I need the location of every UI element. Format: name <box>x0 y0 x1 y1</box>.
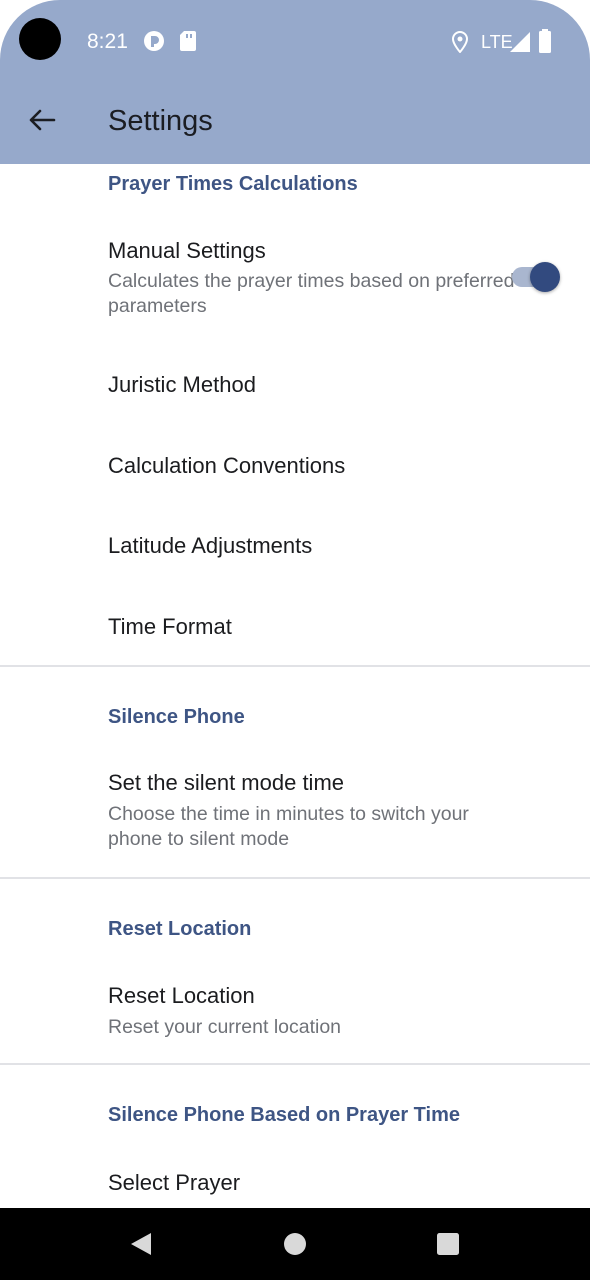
manual-settings-title: Manual Settings <box>108 238 266 263</box>
latitude-adjustments-item[interactable]: Latitude Adjustments <box>0 505 590 585</box>
juristic-method-title: Juristic Method <box>108 372 256 397</box>
section-title-silence-by-prayer: Silence Phone Based on Prayer Time <box>108 1104 460 1126</box>
battery-icon <box>538 29 552 58</box>
juristic-method-item[interactable]: Juristic Method <box>0 344 590 424</box>
switch-thumb <box>530 262 560 292</box>
select-prayer-title: Select Prayer <box>108 1170 241 1195</box>
location-icon <box>451 30 469 58</box>
back-button[interactable] <box>20 100 64 144</box>
reset-location-title: Reset Location <box>108 983 255 1008</box>
reset-location-item[interactable]: Reset Location Reset your current locati… <box>0 967 590 1052</box>
network-type: LTE <box>481 32 513 52</box>
recents-square-icon[interactable] <box>430 1226 466 1262</box>
reset-location-subtitle: Reset your current location <box>108 1016 342 1038</box>
manual-settings-subtitle: Calculates the prayer times based on pre… <box>108 270 515 317</box>
system-navigation-bar <box>0 1208 590 1280</box>
select-prayer-item[interactable]: Select Prayer <box>0 1154 590 1208</box>
settings-list[interactable]: Prayer Times Calculations Manual Setting… <box>0 164 590 1208</box>
manual-settings-switch[interactable] <box>512 262 562 294</box>
divider <box>0 665 590 667</box>
top-app-bar: 8:21 LTE Settings <box>0 0 590 164</box>
signal-icon <box>510 32 530 57</box>
time-format-item[interactable]: Time Format <box>0 585 590 665</box>
divider <box>0 1063 590 1065</box>
silent-mode-time-subtitle: Choose the time in minutes to switch you… <box>108 803 469 850</box>
time-format-title: Time Format <box>108 614 232 639</box>
latitude-adjustments-title: Latitude Adjustments <box>108 533 313 558</box>
section-title-silence-phone: Silence Phone <box>108 706 245 728</box>
back-triangle-icon[interactable] <box>124 1226 160 1262</box>
calculation-conventions-title: Calculation Conventions <box>108 453 346 478</box>
camera-cutout <box>19 18 61 60</box>
divider <box>0 877 590 879</box>
silent-mode-time-item[interactable]: Set the silent mode time Choose the time… <box>0 754 590 864</box>
arrow-back-icon <box>28 108 56 137</box>
home-circle-icon[interactable] <box>277 1226 313 1262</box>
calculation-conventions-item[interactable]: Calculation Conventions <box>0 424 590 504</box>
status-time: 8:21 <box>87 30 128 53</box>
page-title: Settings <box>108 105 213 137</box>
section-title-prayer-times: Prayer Times Calculations <box>108 173 358 195</box>
circle-app-icon <box>143 30 165 57</box>
silent-mode-time-title: Set the silent mode time <box>108 770 345 795</box>
section-title-reset-location: Reset Location <box>108 918 252 940</box>
sd-card-icon <box>180 31 196 56</box>
manual-settings-item[interactable]: Manual Settings Calculates the prayer ti… <box>0 219 590 329</box>
